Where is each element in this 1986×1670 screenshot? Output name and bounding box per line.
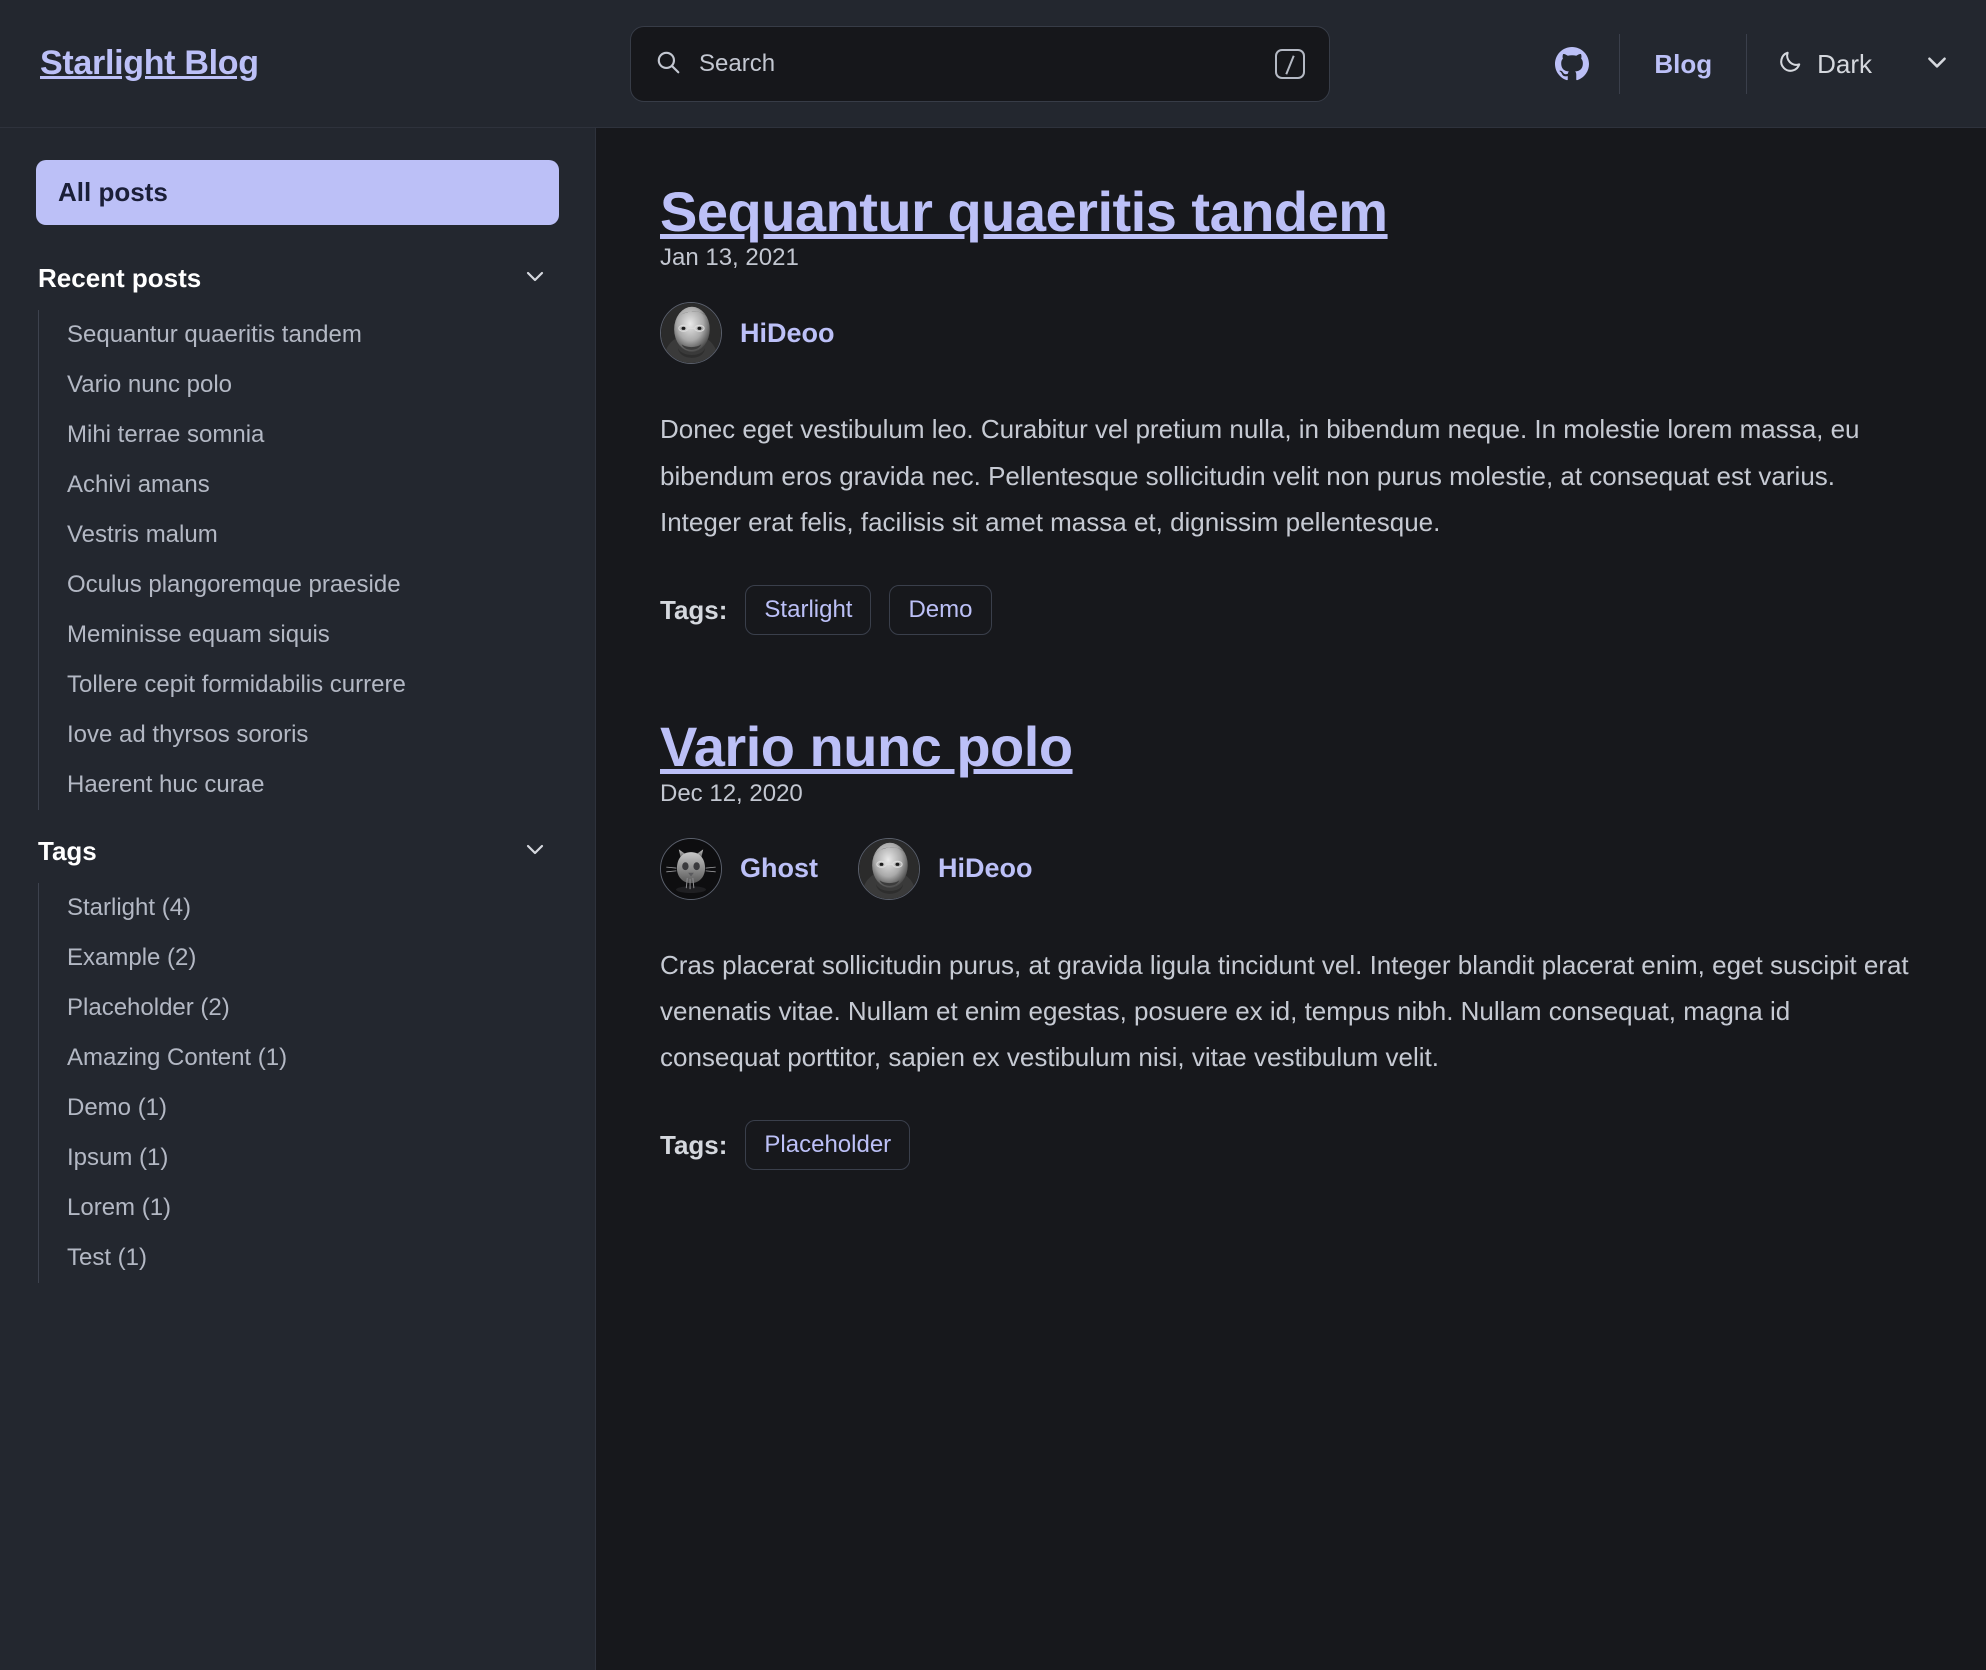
author[interactable]: HiDeoo [858, 837, 1033, 900]
sidebar-group-title: Recent posts [38, 263, 202, 293]
theme-label: Dark [1817, 48, 1872, 79]
list-item: Oculus plangoremque praeside [67, 560, 559, 610]
chevron-down-icon[interactable] [523, 837, 547, 866]
blog-post: Vario nunc polo Dec 12, 2020 Ghost HiDeo… [660, 715, 1914, 1171]
sidebar-item-all-posts[interactable]: All posts [36, 160, 559, 225]
github-icon[interactable] [1525, 47, 1619, 81]
nav-link-blog[interactable]: Blog [1620, 49, 1746, 80]
sidebar: All posts Recent posts Sequantur quaerit… [0, 128, 596, 1670]
avatar [660, 837, 722, 900]
chevron-down-icon[interactable] [523, 264, 547, 293]
sidebar-group-tags: Tags Starlight (4) Example (2) Placehold… [36, 828, 559, 1283]
list-item: Test (1) [67, 1233, 559, 1283]
author-name: HiDeoo [938, 853, 1033, 884]
post-title[interactable]: Sequantur quaeritis tandem [660, 180, 1388, 243]
author-name: Ghost [740, 853, 818, 884]
sidebar-recent-posts-list: Sequantur quaeritis tandem Vario nunc po… [38, 310, 559, 810]
page-layout: All posts Recent posts Sequantur quaerit… [0, 128, 1986, 1670]
site-header: Starlight Blog Search Blog Dark [0, 0, 1986, 128]
search-input[interactable]: Search [630, 26, 1330, 102]
tags-label: Tags: [660, 1129, 728, 1160]
list-item: Achivi amans [67, 460, 559, 510]
search-shortcut-badge [1275, 49, 1305, 79]
sidebar-item-post[interactable]: Haerent huc curae [67, 760, 559, 810]
chevron-down-icon[interactable] [1924, 49, 1950, 80]
theme-selector[interactable]: Dark [1747, 49, 1950, 80]
sidebar-item-tag[interactable]: Starlight (4) [67, 883, 559, 933]
list-item: Vestris malum [67, 510, 559, 560]
list-item: Vario nunc polo [67, 360, 559, 410]
sidebar-tags-list: Starlight (4) Example (2) Placeholder (2… [38, 883, 559, 1283]
sidebar-group-recent-posts: Recent posts Sequantur quaeritis tandem … [36, 255, 559, 810]
post-tags: Tags: Placeholder [660, 1120, 1914, 1171]
list-item: Starlight (4) [67, 883, 559, 933]
sidebar-item-post[interactable]: Achivi amans [67, 460, 559, 510]
sidebar-item-post[interactable]: Iove ad thyrsos sororis [67, 710, 559, 760]
list-item: Meminisse equam siquis [67, 610, 559, 660]
sidebar-group-title: Tags [38, 836, 97, 866]
author[interactable]: HiDeoo [660, 302, 835, 365]
sidebar-item-post[interactable]: Mihi terrae somnia [67, 410, 559, 460]
list-item: Mihi terrae somnia [67, 410, 559, 460]
sidebar-item-tag[interactable]: Example (2) [67, 933, 559, 983]
list-item: Ipsum (1) [67, 1133, 559, 1183]
list-item: Lorem (1) [67, 1183, 559, 1233]
sidebar-item-tag[interactable]: Lorem (1) [67, 1183, 559, 1233]
list-item: Demo (1) [67, 1083, 559, 1133]
moon-icon [1777, 49, 1803, 80]
tag-pill[interactable]: Demo [889, 585, 992, 636]
sidebar-item-post[interactable]: Sequantur quaeritis tandem [67, 310, 559, 360]
sidebar-item-post[interactable]: Meminisse equam siquis [67, 610, 559, 660]
sidebar-item-post[interactable]: Tollere cepit formidabilis currere [67, 660, 559, 710]
list-item: Tollere cepit formidabilis currere [67, 660, 559, 710]
sidebar-item-tag[interactable]: Demo (1) [67, 1083, 559, 1133]
search-icon [655, 49, 681, 80]
header-actions: Blog Dark [1525, 0, 1950, 128]
list-item: Iove ad thyrsos sororis [67, 710, 559, 760]
blog-post: Sequantur quaeritis tandem Jan 13, 2021 [660, 180, 1914, 636]
sidebar-item-tag[interactable]: Amazing Content (1) [67, 1033, 559, 1083]
sidebar-item-post[interactable]: Vario nunc polo [67, 360, 559, 410]
post-title[interactable]: Vario nunc polo [660, 715, 1073, 778]
avatar [858, 837, 920, 900]
sidebar-item-post[interactable]: Oculus plangoremque praeside [67, 560, 559, 610]
main-content: Sequantur quaeritis tandem Jan 13, 2021 [596, 128, 1986, 1670]
sidebar-item-tag[interactable]: Test (1) [67, 1233, 559, 1283]
tag-pill[interactable]: Starlight [745, 585, 872, 636]
sidebar-item-tag[interactable]: Ipsum (1) [67, 1133, 559, 1183]
sidebar-item-post[interactable]: Vestris malum [67, 510, 559, 560]
site-title[interactable]: Starlight Blog [40, 44, 259, 83]
post-excerpt: Cras placerat sollicitudin purus, at gra… [660, 949, 1909, 1073]
post-tags: Tags: Starlight Demo [660, 585, 1914, 636]
search-placeholder: Search [699, 50, 776, 77]
post-date: Dec 12, 2020 [660, 779, 803, 807]
avatar [660, 302, 722, 365]
author[interactable]: Ghost [660, 837, 818, 900]
post-authors: HiDeoo [660, 302, 1914, 365]
tags-label: Tags: [660, 594, 728, 625]
list-item: Sequantur quaeritis tandem [67, 310, 559, 360]
list-item: Amazing Content (1) [67, 1033, 559, 1083]
list-item: Placeholder (2) [67, 983, 559, 1033]
post-date: Jan 13, 2021 [660, 244, 799, 272]
tag-pill[interactable]: Placeholder [745, 1120, 911, 1171]
list-item: Haerent huc curae [67, 760, 559, 810]
post-excerpt: Donec eget vestibulum leo. Curabitur vel… [660, 414, 1860, 537]
sidebar-group-header-recent-posts[interactable]: Recent posts [36, 255, 559, 302]
sidebar-item-tag[interactable]: Placeholder (2) [67, 983, 559, 1033]
author-name: HiDeoo [740, 317, 835, 348]
post-authors: Ghost HiDeoo [660, 837, 1914, 900]
search-bar[interactable]: Search [630, 26, 1330, 102]
sidebar-group-header-tags[interactable]: Tags [36, 828, 559, 875]
list-item: Example (2) [67, 933, 559, 983]
